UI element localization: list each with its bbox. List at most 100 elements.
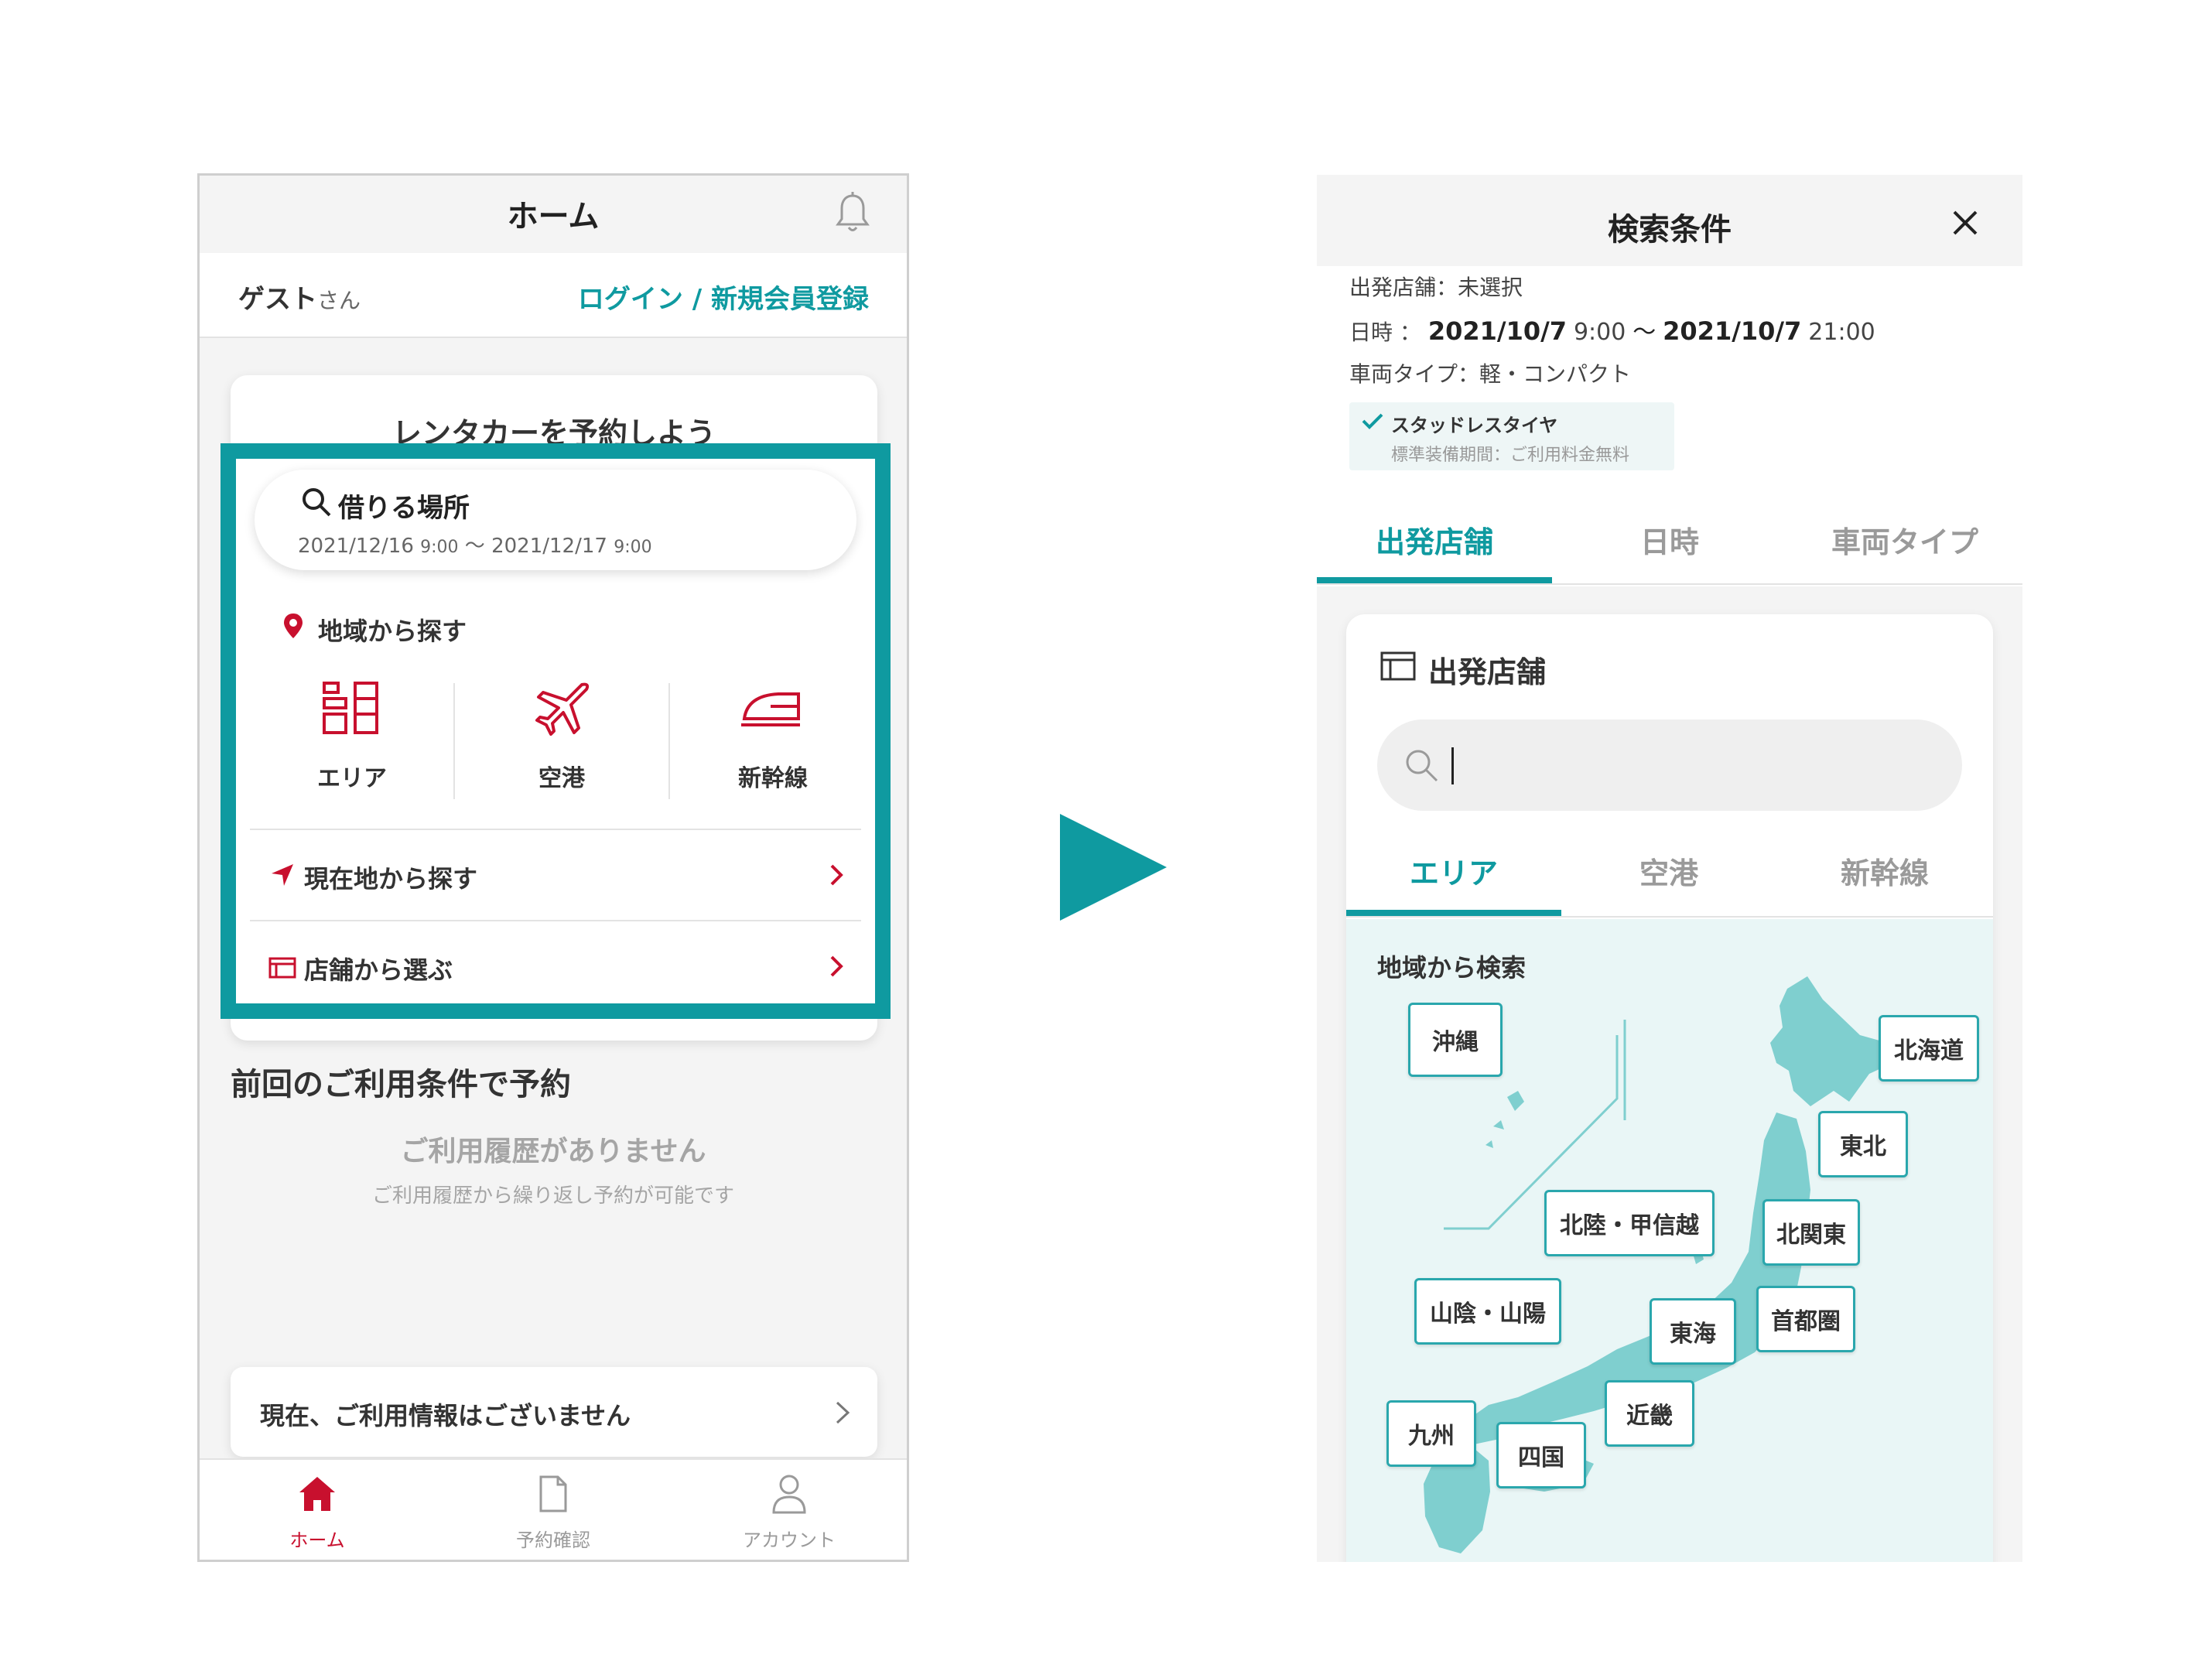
usage-info-bar[interactable]: 現在、ご利用情報はございません — [231, 1367, 877, 1457]
region-hokuriku-koshinetsu[interactable]: 北陸・甲信越 — [1544, 1190, 1715, 1256]
home-header: ホーム — [200, 176, 907, 253]
store-subtabs: エリア 空港 新幹線 — [1346, 831, 1993, 918]
subtab-airport[interactable]: 空港 — [1561, 849, 1776, 892]
region-kitakanto[interactable]: 北関東 — [1762, 1199, 1860, 1266]
region-tokai[interactable]: 東海 — [1650, 1298, 1736, 1365]
page-title: 検索条件 — [1608, 212, 1732, 248]
region-shutoken[interactable]: 首都圏 — [1756, 1286, 1855, 1352]
conditions-tabs: 出発店舗 日時 車両タイプ — [1317, 500, 2022, 585]
studless-title: スタッドレスタイヤ — [1391, 415, 1558, 436]
store-label: 出発店舗： — [1349, 275, 1458, 300]
home-icon — [298, 1475, 337, 1512]
option-airport[interactable]: 空港 — [455, 674, 668, 805]
nav-label: 予約確認 — [516, 1529, 590, 1551]
close-icon[interactable] — [1951, 209, 1979, 237]
previous-heading: 前回のご利用条件で予約 — [231, 1067, 571, 1102]
usage-info-label: 現在、ご利用情報はございません — [260, 1401, 631, 1430]
page-title: ホーム — [507, 199, 600, 234]
row-current-location[interactable]: 現在地から探す — [250, 830, 861, 920]
time-to: 9:00 — [614, 538, 652, 557]
date-to: 2021/10/7 — [1663, 316, 1802, 346]
region-search-label: 地域から探す — [318, 617, 467, 646]
region-kyushu[interactable]: 九州 — [1386, 1400, 1476, 1467]
tab-departure-store[interactable]: 出発店舗 — [1317, 518, 1552, 561]
summary-datetime: 日時 ： 2021/10/7 9:00 〜 2021/10/7 21:00 — [1349, 313, 1875, 347]
option-label: 空港 — [538, 765, 585, 792]
region-okinawa[interactable]: 沖縄 — [1408, 1003, 1503, 1077]
row-label: 現在地から探す — [304, 864, 478, 894]
store-icon — [268, 955, 296, 979]
row-label: 店舗から選ぶ — [304, 955, 453, 985]
store-icon — [1380, 650, 1416, 681]
subtab-area[interactable]: エリア — [1346, 849, 1561, 892]
tab-vehicle-type[interactable]: 車両タイプ — [1787, 518, 2022, 561]
subtab-active-underline — [1346, 910, 1561, 916]
user-bar: ゲストさん ログイン / 新規会員登録 — [200, 253, 907, 338]
left-phone-screen: ホーム ゲストさん ログイン / 新規会員登録 レンタカーを予約しよう 借りる場… — [197, 173, 909, 1562]
location-search-box[interactable]: 借りる場所 2021/12/16 9:00 〜 2021/12/17 9:00 — [255, 470, 856, 570]
search-conditions-header: 検索条件 — [1317, 175, 2022, 266]
transition-arrow-icon — [1058, 812, 1168, 922]
bullet-train-icon — [740, 688, 802, 726]
right-phone-screen: 検索条件 出発店舗：未選択 日時 ： 2021/10/7 9:00 〜 2021… — [1317, 175, 2022, 1562]
row-select-store[interactable]: 店舗から選ぶ — [250, 921, 861, 1011]
time-to: 21:00 — [1808, 319, 1875, 346]
pin-icon — [282, 612, 304, 640]
empty-history-title: ご利用履歴がありません — [400, 1136, 706, 1167]
store-search-input[interactable] — [1377, 719, 1962, 811]
option-label: エリア — [317, 765, 387, 792]
date-from: 2021/12/16 — [298, 535, 414, 558]
nav-reservations[interactable]: 予約確認 — [435, 1460, 672, 1560]
region-hokkaido[interactable]: 北海道 — [1879, 1015, 1979, 1082]
chevron-right-icon — [834, 1400, 851, 1426]
option-shinkansen[interactable]: 新幹線 — [670, 674, 876, 805]
location-arrow-icon — [270, 863, 295, 887]
airplane-icon — [532, 678, 591, 737]
nav-label: アカウント — [743, 1529, 836, 1551]
date-from: 2021/10/7 — [1427, 316, 1568, 346]
time-from: 9:00 — [420, 538, 459, 557]
region-tohoku[interactable]: 東北 — [1818, 1111, 1908, 1177]
region-sanin-sanyo[interactable]: 山陰・山陽 — [1414, 1278, 1561, 1345]
nav-label: ホーム — [289, 1529, 345, 1551]
guest-name: ゲストさん — [238, 278, 361, 316]
store-value: 未選択 — [1458, 275, 1523, 300]
empty-history-subtitle: ご利用履歴から繰り返し予約が可能です — [371, 1184, 734, 1208]
subtab-shinkansen[interactable]: 新幹線 — [1776, 849, 1993, 892]
option-label: 新幹線 — [738, 765, 808, 792]
guest-label: ゲスト — [238, 284, 317, 315]
chevron-right-icon — [829, 954, 844, 979]
date-tilde: 〜 — [1633, 319, 1656, 346]
search-icon — [1403, 747, 1439, 783]
bell-icon[interactable] — [834, 191, 871, 234]
time-from: 9:00 — [1573, 319, 1626, 346]
bottom-nav: ホーム 予約確認 アカウント — [200, 1458, 907, 1560]
option-area[interactable]: エリア — [251, 674, 453, 805]
region-shikoku[interactable]: 四国 — [1496, 1422, 1586, 1488]
nav-home[interactable]: ホーム — [200, 1460, 435, 1560]
tab-datetime[interactable]: 日時 — [1552, 518, 1787, 561]
store-panel-card: 出発店舗 エリア 空港 新幹線 地域から検索 沖縄 北海道 東北 北陸・甲信越 … — [1346, 614, 1993, 1562]
summary-vehicle: 車両タイプ：軽・コンパクト — [1349, 357, 1631, 388]
document-icon — [538, 1475, 569, 1512]
screenshot-root: { "left": { "header": { "title": "ホーム", … — [0, 0, 2212, 1661]
guest-suffix: さん — [317, 288, 361, 313]
region-kinki[interactable]: 近畿 — [1605, 1380, 1694, 1447]
studless-subtitle: 標準装備期間：ご利用料金無料 — [1391, 446, 1630, 465]
datetime-label: 日時 ： — [1349, 320, 1421, 345]
store-panel-title: 出発店舗 — [1428, 655, 1547, 689]
login-register-link[interactable]: ログイン / 新規会員登録 — [575, 278, 869, 316]
tab-active-underline — [1317, 577, 1552, 583]
person-icon — [771, 1474, 808, 1514]
building-icon — [321, 680, 380, 736]
nav-account[interactable]: アカウント — [672, 1460, 907, 1560]
vehicle-label: 車両タイプ： — [1349, 361, 1480, 387]
chevron-right-icon — [829, 863, 844, 887]
map-area: 地域から検索 沖縄 北海道 東北 北陸・甲信越 北関東 山陰・山陽 東海 首都圏… — [1346, 919, 1993, 1562]
highlight-frame: 借りる場所 2021/12/16 9:00 〜 2021/12/17 9:00 … — [221, 443, 891, 1019]
search-label: 借りる場所 — [338, 493, 470, 524]
search-icon — [301, 487, 332, 518]
text-cursor — [1451, 747, 1454, 784]
vehicle-value: 軽・コンパクト — [1479, 361, 1632, 387]
date-tilde: 〜 — [464, 535, 485, 558]
